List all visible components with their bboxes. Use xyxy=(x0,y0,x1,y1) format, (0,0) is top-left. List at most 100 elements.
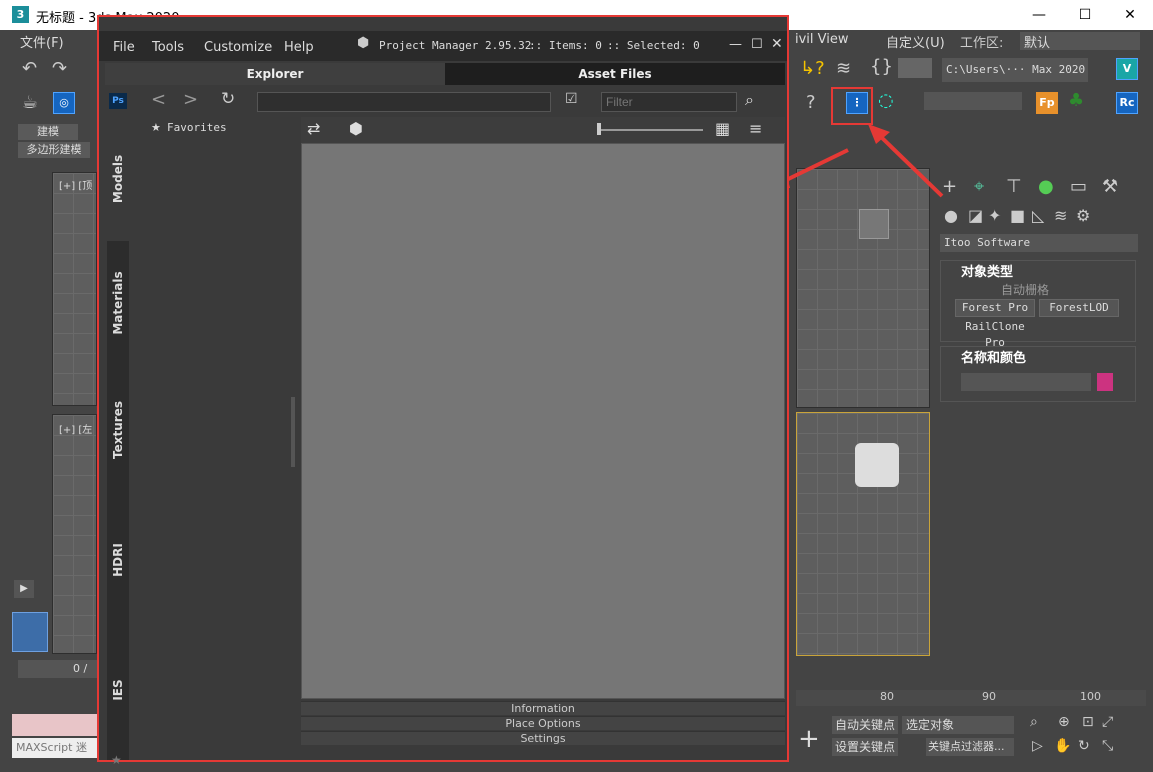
set-key-plus-icon[interactable]: + xyxy=(798,724,820,754)
splitter-handle[interactable] xyxy=(291,397,295,467)
maximize-button[interactable]: ☐ xyxy=(1062,0,1108,30)
pan-hand-icon[interactable]: ✋ xyxy=(1054,738,1071,754)
cube-icon[interactable]: ⬢ xyxy=(349,119,363,138)
viewport-perspective[interactable] xyxy=(796,412,930,656)
search-icon[interactable]: ⌕ xyxy=(745,90,754,110)
cameras-icon[interactable]: ■ xyxy=(1010,206,1025,225)
redo-icon[interactable]: ↷ xyxy=(52,58,67,79)
hierarchy-icon[interactable]: ⊤ xyxy=(1006,176,1022,197)
zoom-icon[interactable]: ⌕ xyxy=(1030,714,1038,730)
swap-icon[interactable]: ⇄ xyxy=(307,119,320,138)
lights-icon[interactable]: ✦ xyxy=(988,206,1001,225)
object-color-swatch[interactable] xyxy=(1097,373,1113,391)
teapot-icon[interactable]: ☕ xyxy=(22,92,38,113)
side-tab-models[interactable]: Models xyxy=(107,117,129,241)
checklist-icon[interactable]: ☑ xyxy=(565,91,578,107)
sort-icon[interactable]: ≡ xyxy=(749,119,762,138)
category-dropdown[interactable]: Itoo Software xyxy=(940,234,1138,252)
menu-file[interactable]: 文件(F) xyxy=(20,32,64,51)
help-question-icon[interactable]: ↳? xyxy=(800,58,825,79)
systems-icon[interactable]: ⚙ xyxy=(1076,206,1090,225)
accordion-place-options[interactable]: Place Options xyxy=(301,716,785,730)
shapes-icon[interactable]: ◪ xyxy=(968,206,983,225)
viewcube-perspective-icon[interactable] xyxy=(855,443,899,487)
workspace-dropdown[interactable]: 默认 xyxy=(1020,32,1140,51)
pm-tab-explorer[interactable]: Explorer xyxy=(105,63,445,85)
selection-set-dropdown[interactable]: 选定对象 xyxy=(902,716,1014,734)
ribbon-tab-modeling[interactable]: 建模 xyxy=(18,124,78,140)
fov-icon[interactable]: ▷ xyxy=(1032,738,1043,754)
viewport-top-label[interactable]: [+] [顶 xyxy=(59,177,92,192)
zoom-extents-icon[interactable]: ⊡ xyxy=(1082,714,1094,730)
thumbnail-size-slider[interactable] xyxy=(597,129,703,131)
pm-content-view[interactable] xyxy=(301,143,785,699)
pm-menu-help[interactable]: Help xyxy=(284,40,314,55)
side-tab-materials[interactable]: Materials xyxy=(107,241,129,365)
render-frame-swatch[interactable] xyxy=(898,58,932,78)
slider-handle[interactable] xyxy=(597,123,601,135)
autogrid-checkbox[interactable]: 自动栅格 xyxy=(1001,281,1049,298)
ribbon-subtab-poly[interactable]: 多边形建模 xyxy=(18,142,90,158)
set-key-button[interactable]: 设置关键点 xyxy=(832,738,898,756)
object-name-field[interactable] xyxy=(961,373,1091,391)
accordion-information[interactable]: Information xyxy=(301,701,785,715)
pm-bottom-star-icon[interactable]: ★ xyxy=(111,753,122,767)
zoom-extents-all-icon[interactable]: ⤢ xyxy=(1102,714,1113,730)
side-tab-hdri[interactable]: HDRI xyxy=(107,495,129,625)
tree-icon[interactable]: ♣ xyxy=(1068,90,1084,111)
refresh-icon[interactable]: ↻ xyxy=(221,89,235,109)
close-button[interactable]: ✕ xyxy=(1107,0,1153,30)
pm-path-combo[interactable] xyxy=(257,92,551,112)
curve-editor-icon[interactable]: ≋ xyxy=(836,58,851,79)
forest-circle-icon[interactable]: ◌ xyxy=(878,90,894,111)
tree-favorites[interactable]: Favorites xyxy=(167,121,227,134)
menu-civil-view[interactable]: ivil View xyxy=(795,32,849,47)
rollout-name-color-title[interactable]: 名称和颜色 xyxy=(961,347,1026,366)
modify-icon[interactable]: ⌖ xyxy=(974,176,984,197)
pm-maximize-icon[interactable]: ☐ xyxy=(751,37,763,52)
pm-tab-asset-files[interactable]: Asset Files xyxy=(445,63,785,85)
undo-icon[interactable]: ↶ xyxy=(22,58,37,79)
viewport-left-label[interactable]: [+] [左 xyxy=(59,421,92,436)
maximize-viewport-icon[interactable]: ⤡ xyxy=(1102,738,1113,754)
back-icon[interactable]: < xyxy=(151,89,166,110)
menu-customize[interactable]: 自定义(U) xyxy=(886,32,945,51)
viewport-left[interactable]: [+] [左 xyxy=(52,414,97,654)
named-selection-field[interactable] xyxy=(924,92,1022,110)
maxscript-input[interactable]: MAXScript 迷 xyxy=(12,738,98,758)
side-tab-ies[interactable]: IES xyxy=(107,625,129,755)
pm-menu-customize[interactable]: Customize xyxy=(204,40,272,55)
side-tab-textures[interactable]: Textures xyxy=(107,365,129,495)
project-path-dropdown[interactable]: C:\Users\··· Max 2020 xyxy=(942,58,1088,82)
orbit-icon[interactable]: ↻ xyxy=(1078,738,1090,754)
pm-close-icon[interactable]: ✕ xyxy=(771,36,783,52)
display-icon[interactable]: ▭ xyxy=(1070,176,1087,197)
grid-view-icon[interactable]: ▦ xyxy=(715,119,730,138)
rollout-object-type-title[interactable]: 对象类型 xyxy=(961,261,1013,280)
viewcube-icon[interactable] xyxy=(859,209,889,239)
forest-pro-button[interactable]: Forest Pro xyxy=(955,299,1035,317)
utilities-wrench-icon[interactable]: ⚒ xyxy=(1102,176,1118,197)
viewport-layout-icon[interactable] xyxy=(12,612,48,652)
spacewarps-icon[interactable]: ≋ xyxy=(1054,206,1067,225)
motion-icon[interactable]: ● xyxy=(1038,176,1054,197)
viewport-top[interactable]: [+] [顶 xyxy=(52,172,97,406)
accordion-settings[interactable]: Settings xyxy=(301,731,785,745)
render-icon[interactable]: ◎ xyxy=(53,92,75,114)
auto-key-button[interactable]: 自动关键点 xyxy=(832,716,898,734)
minimize-button[interactable]: — xyxy=(1016,0,1062,30)
schematic-braces-icon[interactable]: {} xyxy=(870,56,893,77)
vray-icon[interactable]: V xyxy=(1116,58,1138,80)
helpers-icon[interactable]: ◺ xyxy=(1032,206,1044,225)
forest-pack-icon[interactable]: Fp xyxy=(1036,92,1058,114)
forestlod-button[interactable]: ForestLOD xyxy=(1039,299,1119,317)
pm-filter-input[interactable] xyxy=(601,92,737,112)
railclone-icon[interactable]: Rc xyxy=(1116,92,1138,114)
script-listener[interactable] xyxy=(12,714,98,736)
pm-menu-file[interactable]: File xyxy=(113,40,135,55)
pm-menu-tools[interactable]: Tools xyxy=(152,40,184,55)
photoshop-icon[interactable]: Ps xyxy=(109,93,127,109)
play-icon[interactable]: ▶ xyxy=(14,580,34,598)
forward-icon[interactable]: > xyxy=(183,89,198,110)
timeline-ruler[interactable]: 80 90 100 xyxy=(796,690,1146,706)
